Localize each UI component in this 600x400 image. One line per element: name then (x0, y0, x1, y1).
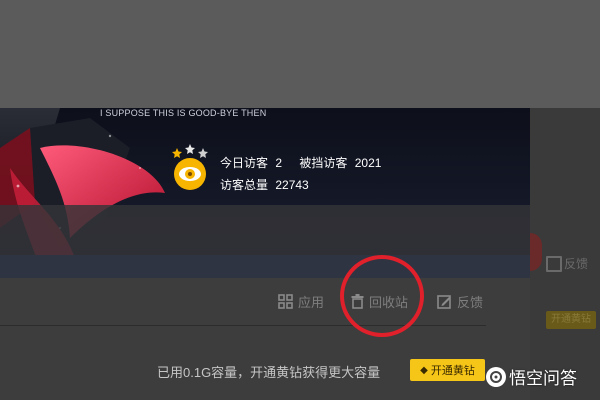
total-visitors-label: 访客总量 (220, 178, 269, 192)
total-visitors-value: 22743 (275, 178, 309, 192)
background-feedback-label: 反馈 (564, 257, 589, 271)
watermark-text: 悟空问答 (509, 369, 577, 388)
background-window-edge: 反馈 开通黄钻 (530, 108, 600, 400)
today-visitors-label: 今日访客 (220, 156, 269, 170)
trash-icon (351, 294, 364, 309)
apps-button[interactable]: 应用 (278, 292, 324, 311)
apps-label: 应用 (298, 295, 325, 310)
profile-banner: I SUPPOSE THIS IS GOOD-BYE THEN 今日访客 2 被… (0, 108, 530, 278)
today-visitors-value: 2 (275, 156, 283, 170)
upgrade-yellow-diamond-button[interactable]: ◆ 开通黄钻 (410, 359, 485, 381)
background-upgrade-pill: 开通黄钻 (546, 311, 596, 329)
visitor-stats: 今日访客 2 被挡访客 2021 访客总量 22743 (220, 152, 381, 196)
visitor-stats-row: 今日访客 2 被挡访客 2021 (220, 152, 381, 174)
total-visitors: 访客总量 22743 (220, 174, 381, 196)
recycle-bin-button[interactable]: 回收站 (351, 292, 408, 311)
feedback-label: 反馈 (457, 295, 484, 310)
top-backdrop (0, 0, 600, 108)
today-visitors: 今日访客 2 (220, 156, 285, 170)
storage-usage-text: 已用0.1G容量，开通黄钻获得更大容量 (157, 365, 381, 380)
blocked-visitors-label: 被挡访客 (299, 156, 348, 170)
background-red-shape (530, 233, 542, 271)
feedback-button[interactable]: 反馈 (437, 292, 483, 311)
banner-bottom-strip (0, 255, 530, 278)
grid-icon (278, 294, 293, 309)
diamond-icon: ◆ (420, 364, 428, 376)
blocked-visitors-value: 2021 (354, 156, 382, 170)
blocked-visitors: 被挡访客 2021 (299, 156, 381, 170)
recycle-bin-label: 回收站 (369, 295, 409, 310)
eye-badge-icon (172, 144, 208, 190)
watermark: 悟空问答 (486, 364, 577, 389)
edit-icon (437, 295, 451, 309)
banner-overlay (0, 205, 530, 255)
upgrade-label: 开通黄钻 (430, 365, 475, 377)
background-edit-icon (546, 256, 562, 272)
space-panel: 应用 回收站 反馈 已用0.1G容量，开通黄钻获得更大容量 ◆ 开通黄钻 (0, 278, 530, 400)
banner-tagline: I SUPPOSE THIS IS GOOD-BYE THEN (100, 108, 267, 118)
wukong-logo-icon (486, 366, 506, 387)
panel-toolbar: 应用 回收站 反馈 (0, 278, 486, 326)
